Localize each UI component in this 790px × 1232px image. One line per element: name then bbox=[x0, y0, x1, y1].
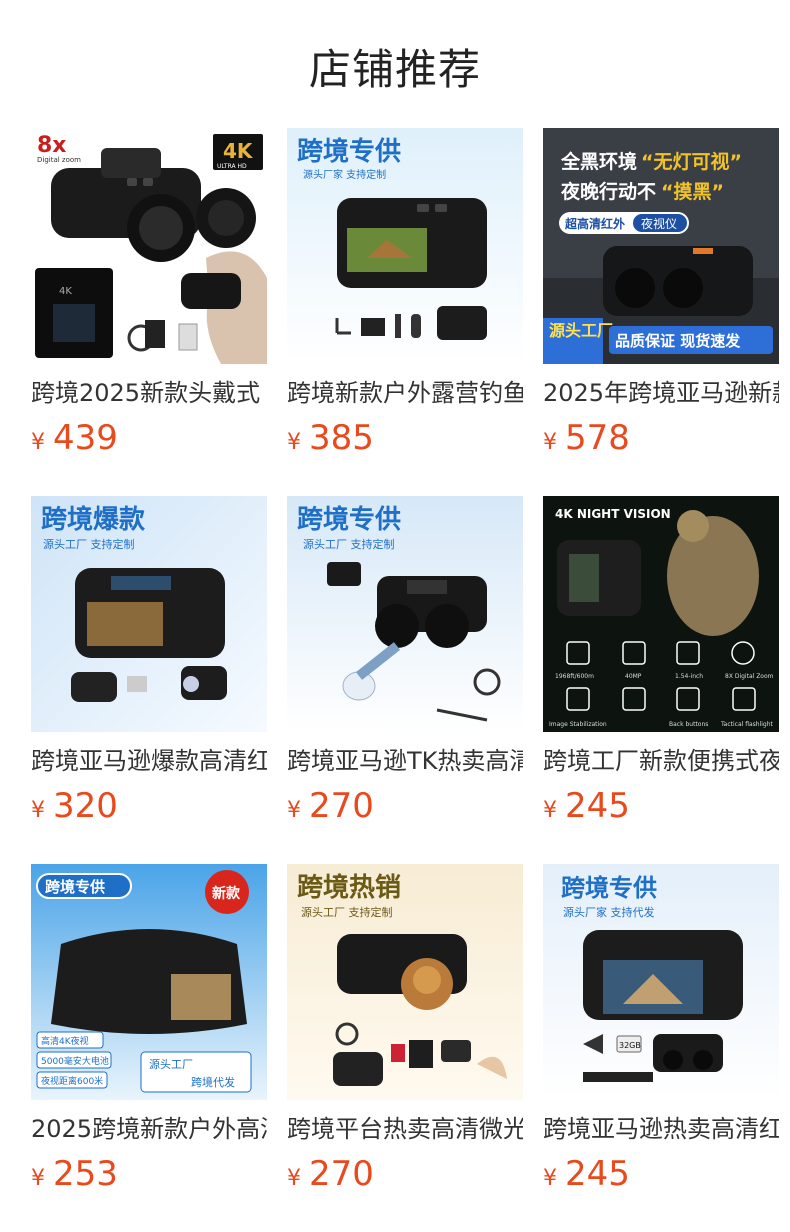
svg-text:源头厂家 支持代发: 源头厂家 支持代发 bbox=[563, 905, 655, 919]
svg-text:4K NIGHT VISION: 4K NIGHT VISION bbox=[555, 507, 671, 521]
product-price: ¥320 bbox=[31, 786, 118, 826]
product-price: ¥253 bbox=[31, 1154, 118, 1194]
svg-text:5000毫安大电池: 5000毫安大电池 bbox=[41, 1055, 109, 1067]
svg-text:跨境专供: 跨境专供 bbox=[297, 504, 401, 535]
svg-text:Image Stabilization: Image Stabilization bbox=[549, 721, 607, 728]
svg-text:全黑环境: 全黑环境 bbox=[560, 150, 637, 173]
product-card[interactable]: 跨境专供 源头工厂 支持定制 跨境亚马逊TK热卖高清 ¥270 bbox=[287, 496, 523, 836]
currency-symbol: ¥ bbox=[287, 430, 301, 455]
product-image[interactable]: 跨境热销 源头工厂 支持定制 bbox=[287, 864, 523, 1100]
product-price: ¥270 bbox=[287, 786, 374, 826]
product-card[interactable]: 跨境专供 源头厂家 支持代发 32GB 跨境亚马逊热卖高清红外 ¥245 bbox=[543, 864, 779, 1204]
product-card[interactable]: 全黑环境 “无灯可视” 夜晚行动不 “摸黑” 超高清红外 夜视仪 源头工厂 品质… bbox=[543, 128, 779, 468]
currency-symbol: ¥ bbox=[31, 1166, 45, 1191]
product-name[interactable]: 跨境2025新款头戴式 bbox=[31, 378, 267, 408]
product-price: ¥385 bbox=[287, 418, 374, 458]
svg-text:超高清红外: 超高清红外 bbox=[564, 216, 625, 231]
product-name[interactable]: 跨境亚马逊热卖高清红外 bbox=[543, 1114, 779, 1144]
svg-text:夜视仪: 夜视仪 bbox=[641, 216, 677, 231]
product-image[interactable]: 跨境专供 源头工厂 支持定制 bbox=[287, 496, 523, 732]
product-name[interactable]: 跨境亚马逊TK热卖高清 bbox=[287, 746, 523, 776]
product-card[interactable]: 跨境热销 源头工厂 支持定制 跨境平台热卖高清微光 ¥270 bbox=[287, 864, 523, 1204]
product-image[interactable]: 跨境专供 新款 高清4K夜视 5000毫安大电池 夜视距离600米 源头工厂 跨… bbox=[31, 864, 267, 1100]
4k-badge: 4K bbox=[223, 139, 254, 163]
svg-text:源头工厂: 源头工厂 bbox=[549, 321, 613, 340]
svg-text:夜视距离600米: 夜视距离600米 bbox=[41, 1075, 103, 1087]
svg-text:跨境代发: 跨境代发 bbox=[191, 1075, 235, 1089]
svg-text:源头工厂: 源头工厂 bbox=[149, 1057, 193, 1071]
page-title: 店铺推荐 bbox=[308, 45, 481, 94]
svg-text:Tactical flashlight: Tactical flashlight bbox=[720, 721, 774, 728]
svg-text:跨境专供: 跨境专供 bbox=[297, 136, 401, 167]
currency-symbol: ¥ bbox=[543, 1166, 557, 1191]
svg-text:夜晚行动不: 夜晚行动不 bbox=[560, 180, 656, 203]
svg-text:源头工厂 支持定制: 源头工厂 支持定制 bbox=[301, 905, 393, 919]
svg-text:8X Digital Zoom: 8X Digital Zoom bbox=[725, 673, 774, 680]
svg-text:Back buttons: Back buttons bbox=[669, 721, 708, 728]
svg-text:品质保证 现货速发: 品质保证 现货速发 bbox=[615, 332, 741, 350]
product-price: ¥439 bbox=[31, 418, 118, 458]
product-card[interactable]: 跨境专供 新款 高清4K夜视 5000毫安大电池 夜视距离600米 源头工厂 跨… bbox=[31, 864, 267, 1204]
product-image[interactable]: 全黑环境 “无灯可视” 夜晚行动不 “摸黑” 超高清红外 夜视仪 源头工厂 品质… bbox=[543, 128, 779, 364]
svg-text:高清4K夜视: 高清4K夜视 bbox=[41, 1035, 89, 1047]
svg-text:4K: 4K bbox=[59, 286, 72, 297]
currency-symbol: ¥ bbox=[31, 798, 45, 823]
product-name[interactable]: 跨境新款户外露营钓鱼 bbox=[287, 378, 523, 408]
product-image[interactable]: 4K NIGHT VISION 1968ft/600m 40MP 1.54-in… bbox=[543, 496, 779, 732]
product-card[interactable]: 4K NIGHT VISION 1968ft/600m 40MP 1.54-in… bbox=[543, 496, 779, 836]
currency-symbol: ¥ bbox=[287, 1166, 301, 1191]
currency-symbol: ¥ bbox=[543, 798, 557, 823]
svg-text:40MP: 40MP bbox=[625, 673, 642, 680]
svg-text:ULTRA HD: ULTRA HD bbox=[217, 163, 247, 170]
svg-text:源头工厂 支持定制: 源头工厂 支持定制 bbox=[43, 537, 135, 551]
product-name[interactable]: 跨境工厂新款便携式夜视 bbox=[543, 746, 779, 776]
product-image[interactable]: 跨境专供 源头厂家 支持定制 bbox=[287, 128, 523, 364]
product-name[interactable]: 跨境亚马逊爆款高清红外 bbox=[31, 746, 267, 776]
product-price: ¥270 bbox=[287, 1154, 374, 1194]
currency-symbol: ¥ bbox=[543, 430, 557, 455]
product-price: ¥578 bbox=[543, 418, 630, 458]
product-image[interactable]: 跨境爆款 源头工厂 支持定制 bbox=[31, 496, 267, 732]
product-image[interactable]: 8x Digital zoom 4K ULTRA HD 4K bbox=[31, 128, 267, 364]
svg-text:新款: 新款 bbox=[212, 885, 241, 902]
product-card[interactable]: 跨境专供 源头厂家 支持定制 跨境新款户外露营钓鱼 ¥385 bbox=[287, 128, 523, 468]
svg-text:跨境专供: 跨境专供 bbox=[45, 878, 105, 896]
svg-text:源头厂家 支持定制: 源头厂家 支持定制 bbox=[303, 168, 386, 181]
svg-text:源头工厂 支持定制: 源头工厂 支持定制 bbox=[303, 537, 395, 551]
product-image[interactable]: 跨境专供 源头厂家 支持代发 32GB bbox=[543, 864, 779, 1100]
product-price: ¥245 bbox=[543, 1154, 630, 1194]
svg-text:跨境专供: 跨境专供 bbox=[561, 874, 657, 902]
currency-symbol: ¥ bbox=[31, 430, 45, 455]
product-name[interactable]: 2025年跨境亚马逊新款 bbox=[543, 378, 779, 408]
product-card[interactable]: 跨境爆款 源头工厂 支持定制 跨境亚马逊爆款高清红外 ¥320 bbox=[31, 496, 267, 836]
product-price: ¥245 bbox=[543, 786, 630, 826]
product-name[interactable]: 跨境平台热卖高清微光 bbox=[287, 1114, 523, 1144]
svg-text:跨境爆款: 跨境爆款 bbox=[41, 504, 146, 535]
svg-text:Digital zoom: Digital zoom bbox=[37, 156, 81, 164]
product-card[interactable]: 8x Digital zoom 4K ULTRA HD 4K 跨境2025新款头… bbox=[31, 128, 267, 468]
product-name[interactable]: 2025跨境新款户外高清 bbox=[31, 1114, 267, 1144]
svg-text:“无灯可视”: “无灯可视” bbox=[641, 150, 742, 173]
svg-text:32GB: 32GB bbox=[619, 1041, 641, 1050]
svg-text:跨境热销: 跨境热销 bbox=[297, 872, 401, 903]
zoom-badge: 8x bbox=[37, 133, 67, 158]
svg-text:1968ft/600m: 1968ft/600m bbox=[555, 673, 594, 680]
svg-text:1.54-inch: 1.54-inch bbox=[675, 673, 703, 680]
currency-symbol: ¥ bbox=[287, 798, 301, 823]
svg-text:“摸黑”: “摸黑” bbox=[661, 180, 724, 203]
